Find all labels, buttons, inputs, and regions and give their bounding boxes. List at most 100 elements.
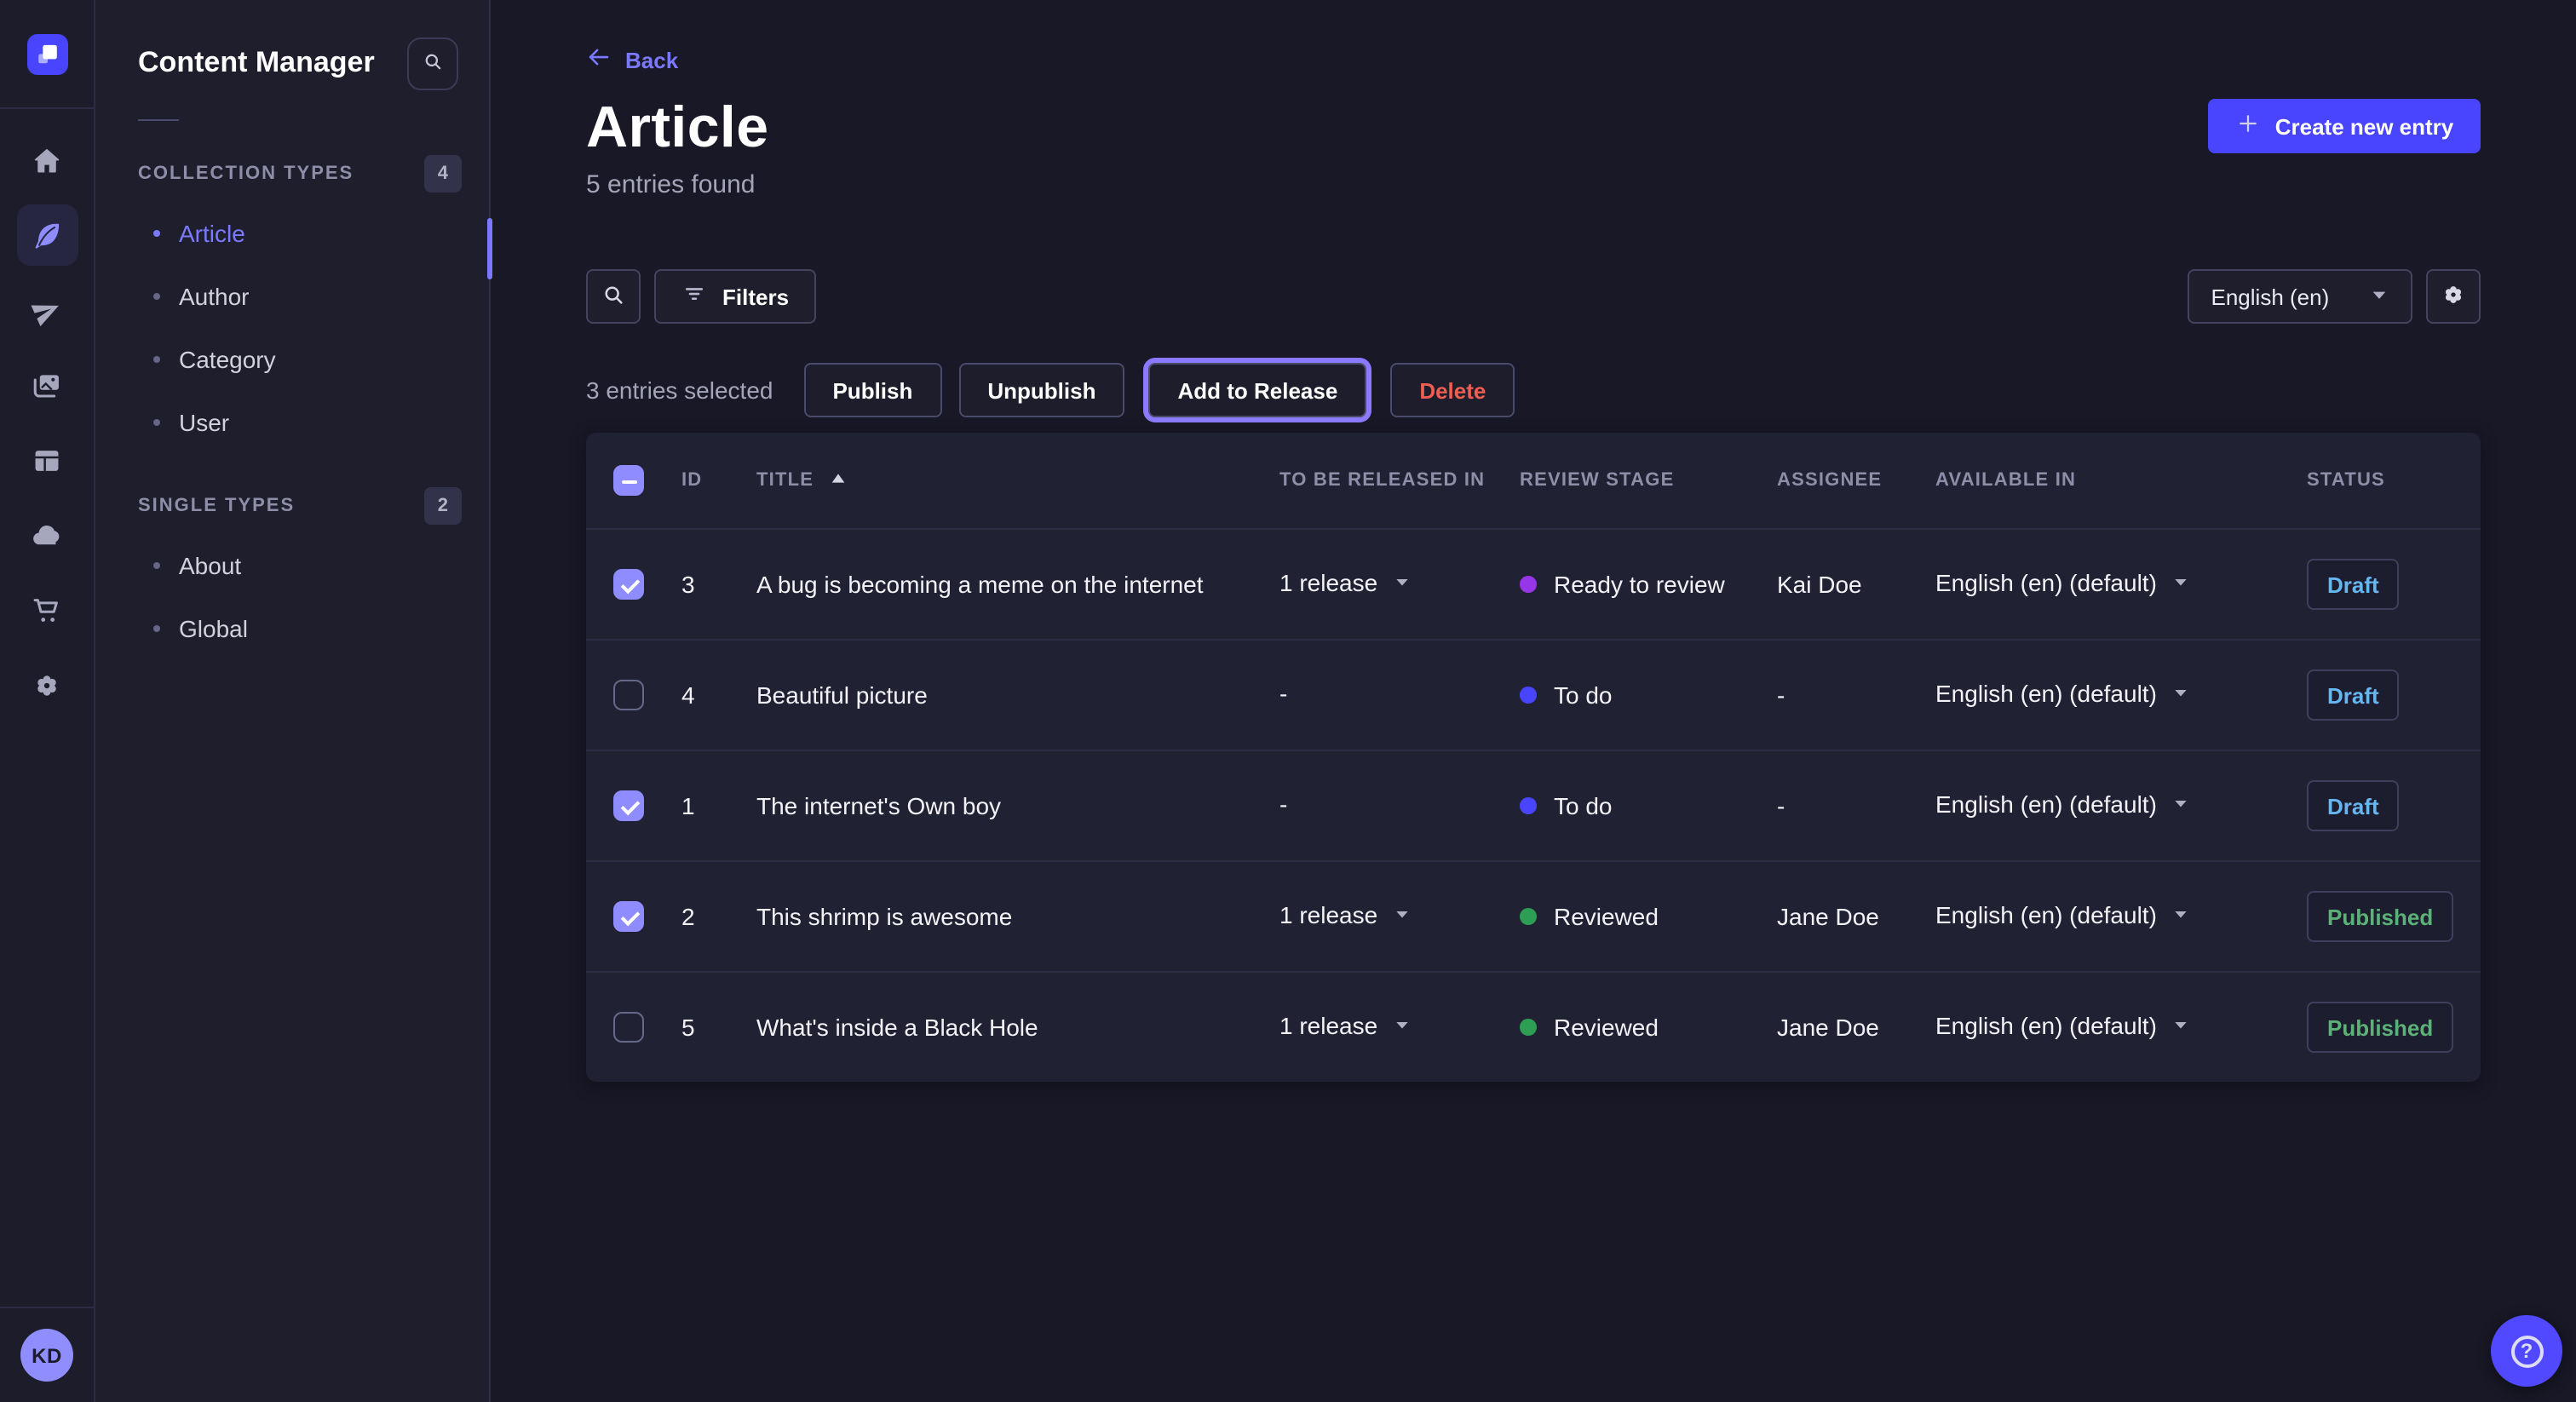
feather-icon (31, 219, 63, 251)
section-label: COLLECTION TYPES (138, 164, 354, 184)
strapi-logo-icon[interactable] (26, 33, 67, 74)
nav-home-button[interactable] (16, 129, 78, 191)
search-button[interactable] (586, 269, 641, 324)
cell-id: 5 (681, 1014, 756, 1041)
filters-button[interactable]: Filters (654, 269, 816, 324)
section-items: Article Author Category User (95, 201, 489, 453)
sidebar-item-label: About (179, 551, 241, 578)
cell-id: 4 (681, 681, 756, 709)
gear-icon (31, 669, 63, 701)
select-all-checkbox[interactable] (613, 465, 644, 496)
stage-dot-icon (1520, 576, 1537, 593)
column-header-released[interactable]: TO BE RELEASED IN (1279, 470, 1520, 491)
status-badge: Draft (2307, 559, 2400, 610)
cell-id: 1 (681, 792, 756, 819)
nav-feather-button[interactable] (16, 204, 78, 266)
delete-button[interactable]: Delete (1390, 363, 1515, 417)
cell-locale-dropdown[interactable]: English (en) (default) (1935, 569, 2189, 596)
cell-review-stage: Reviewed (1520, 1014, 1777, 1041)
cell-title[interactable]: Beautiful picture (756, 681, 1279, 709)
chevron-down-icon (1393, 574, 1410, 591)
add-to-release-button[interactable]: Add to Release (1148, 363, 1366, 417)
sidebar-search-button[interactable] (407, 37, 458, 89)
cell-assignee: Jane Doe (1777, 903, 1935, 930)
cell-locale-dropdown[interactable]: English (en) (default) (1935, 680, 2189, 707)
cell-title[interactable]: The internet's Own boy (756, 792, 1279, 819)
rail-logo-section (0, 0, 94, 109)
cell-review-stage: To do (1520, 792, 1777, 819)
nav-media-button[interactable] (16, 354, 78, 416)
sidebar-item-label: Author (179, 282, 250, 309)
cell-title[interactable]: What's inside a Black Hole (756, 1014, 1279, 1041)
nav-cloud-button[interactable] (16, 504, 78, 566)
bullet-icon (153, 624, 160, 631)
unpublish-button[interactable]: Unpublish (958, 363, 1124, 417)
sidebar-item-global[interactable]: Global (95, 596, 489, 659)
section-header: SINGLE TYPES2 (95, 487, 489, 525)
avatar[interactable]: KD (20, 1329, 73, 1382)
cell-release-dropdown[interactable]: 1 release (1279, 1012, 1410, 1039)
row-checkbox[interactable] (613, 569, 644, 600)
row-checkbox[interactable] (613, 1012, 644, 1043)
home-icon (31, 144, 63, 176)
chevron-down-icon (2370, 284, 2389, 309)
section-label: SINGLE TYPES (138, 496, 295, 516)
sidebar-item-article[interactable]: Article (95, 201, 489, 264)
stage-dot-icon (1520, 687, 1537, 704)
sidebar-item-user[interactable]: User (95, 390, 489, 453)
column-header-title[interactable]: TITLE (756, 469, 1279, 491)
row-checkbox[interactable] (613, 790, 644, 821)
help-button[interactable]: ? (2491, 1315, 2562, 1387)
table-row: 2This shrimp is awesome1 releaseReviewed… (586, 860, 2481, 971)
stage-dot-icon (1520, 797, 1537, 814)
chevron-down-icon (2172, 796, 2189, 813)
main-content: Back Article Create new entry 5 entries … (491, 0, 2576, 1402)
sidebar-item-about[interactable]: About (95, 533, 489, 596)
sidebar-item-label: User (179, 408, 229, 435)
sidebar-item-category[interactable]: Category (95, 327, 489, 390)
column-header-assignee[interactable]: ASSIGNEE (1777, 470, 1935, 491)
nav-cart-button[interactable] (16, 579, 78, 641)
cell-locale-dropdown[interactable]: English (en) (default) (1935, 1012, 2189, 1039)
question-mark-icon: ? (2510, 1335, 2543, 1367)
row-checkbox[interactable] (613, 680, 644, 710)
send-icon (31, 294, 63, 326)
cell-locale-dropdown[interactable]: English (en) (default) (1935, 790, 2189, 818)
cell-review-stage: Ready to review (1520, 571, 1777, 598)
cell-title[interactable]: A bug is becoming a meme on the internet (756, 571, 1279, 598)
selection-buttons: Publish Unpublish Add to Release Delete (803, 363, 1515, 417)
column-header-available-in[interactable]: AVAILABLE IN (1935, 470, 2307, 491)
cell-release-dropdown[interactable]: 1 release (1279, 569, 1410, 596)
cell-locale-dropdown[interactable]: English (en) (default) (1935, 901, 2189, 928)
entries-count: 5 entries found (586, 170, 2481, 199)
app-root: KD Content Manager COLLECTION TYPES4Arti… (0, 0, 2576, 1402)
sidebar-sections: COLLECTION TYPES4ArticleAuthorCategoryUs… (95, 155, 489, 659)
row-checkbox[interactable] (613, 901, 644, 932)
media-icon (31, 369, 63, 401)
cell-title[interactable]: This shrimp is awesome (756, 903, 1279, 930)
nav-gear-button[interactable] (16, 654, 78, 715)
cell-id: 2 (681, 903, 756, 930)
locale-select[interactable]: English (en) (2188, 269, 2413, 324)
column-header-status[interactable]: STATUS (2307, 470, 2453, 491)
content-manager-sidebar: Content Manager COLLECTION TYPES4Article… (95, 0, 491, 1402)
nav-layout-button[interactable] (16, 429, 78, 491)
rail-nav (16, 129, 78, 715)
nav-send-button[interactable] (16, 279, 78, 341)
publish-button[interactable]: Publish (803, 363, 941, 417)
sidebar-title: Content Manager (138, 46, 375, 80)
sidebar-divider (138, 119, 179, 121)
column-header-review-stage[interactable]: REVIEW STAGE (1520, 470, 1777, 491)
chevron-down-icon (2172, 906, 2189, 923)
layout-icon (31, 444, 63, 476)
create-new-entry-button[interactable]: Create new entry (2209, 99, 2481, 153)
sidebar-item-author[interactable]: Author (95, 264, 489, 327)
column-header-id[interactable]: ID (681, 470, 756, 491)
cell-assignee: Jane Doe (1777, 1014, 1935, 1041)
bullet-icon (153, 418, 160, 425)
back-link[interactable]: Back (586, 44, 678, 75)
cell-release-dropdown[interactable]: 1 release (1279, 901, 1410, 928)
sidebar-item-label: Category (179, 345, 276, 372)
view-settings-button[interactable] (2426, 269, 2481, 324)
stage-dot-icon (1520, 1019, 1537, 1036)
